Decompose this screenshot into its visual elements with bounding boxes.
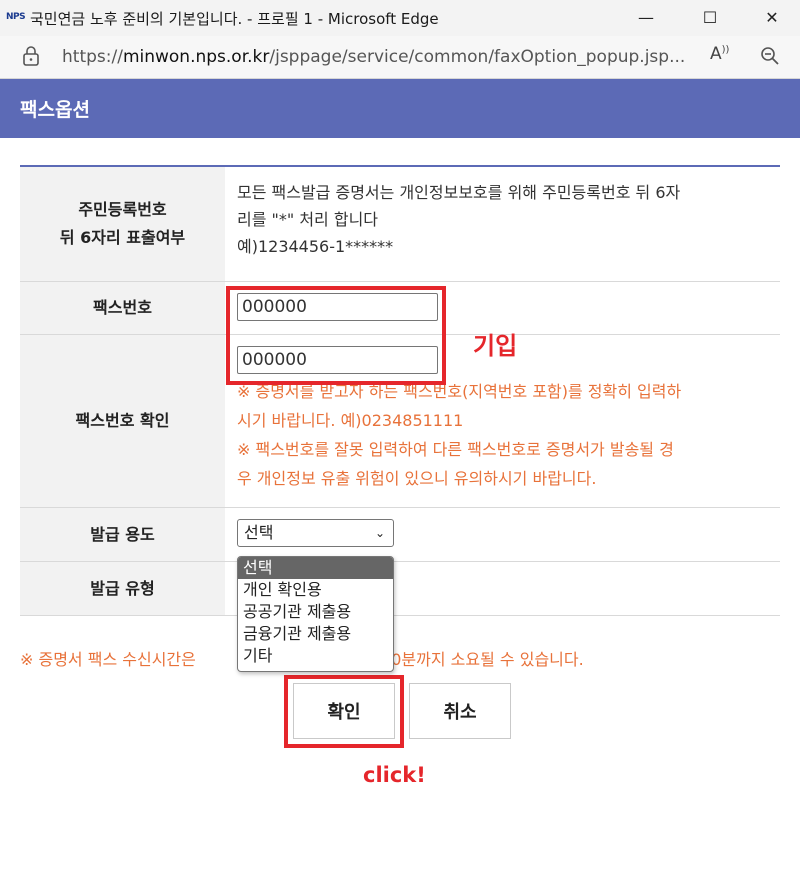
fax-warning-note: ※ 증명서를 받고자 하는 팩스번호(지역번호 포함)를 정확히 입력하 시기 … [237,382,682,488]
ssn-row: 주민등록번호 뒤 6자리 표출여부 모든 팩스발급 증명서는 개인정보보호를 위해… [20,167,780,282]
url-prefix: https:// [62,47,123,67]
close-window-button[interactable]: ✕ [750,4,794,32]
address-bar[interactable]: https://minwon.nps.or.kr/jsppage/service… [0,36,800,79]
window-title: 국민연금 노후 준비의 기본입니다. - 프로필 1 - Microsoft E… [30,10,439,28]
click-annotation: click! [363,763,426,787]
nps-favicon-icon: NPS [6,12,26,22]
purpose-select[interactable]: 선택 ⌄ [237,519,394,547]
option-financial[interactable]: 금융기관 제출용 [238,623,393,645]
ssn-cell: 모든 팩스발급 증명서는 개인정보보호를 위해 주민등록번호 뒤 6자 리를 "… [225,167,780,281]
url-path: /jsppage/service/common/faxOption_popup.… [269,47,686,67]
option-other[interactable]: 기타 [238,645,393,667]
popup-header: 팩스옵션 [0,79,800,138]
purpose-dropdown-list[interactable]: 선택 개인 확인용 공공기관 제출용 금융기관 제출용 기타 [237,556,394,672]
type-label: 발급 유형 [20,562,225,615]
read-aloud-icon[interactable]: A)) [710,44,729,64]
page-title: 팩스옵션 [20,99,90,121]
url-text[interactable]: https://minwon.nps.or.kr/jsppage/service… [62,47,685,67]
ssn-label: 주민등록번호 뒤 6자리 표출여부 [20,167,225,281]
ssn-description: 모든 팩스발급 증명서는 개인정보보호를 위해 주민등록번호 뒤 6자 리를 "… [237,183,681,256]
lock-icon[interactable] [22,46,40,70]
chevron-down-icon: ⌄ [374,526,385,540]
option-personal[interactable]: 개인 확인용 [238,579,393,601]
zoom-out-icon[interactable] [760,46,780,70]
option-public[interactable]: 공공기관 제출용 [238,601,393,623]
cancel-button[interactable]: 취소 [409,683,511,739]
fax-confirm-label: 팩스번호 확인 [20,335,225,507]
fax-number-label: 팩스번호 [20,282,225,334]
window-titlebar: NPS 국민연금 노후 준비의 기본입니다. - 프로필 1 - Microso… [0,0,800,36]
url-domain: minwon.nps.or.kr [122,47,270,67]
confirm-highlight [284,675,404,748]
purpose-row: 발급 용도 선택 ⌄ [20,508,780,562]
enter-annotation: 기입 [473,332,518,360]
type-row: 발급 유형 [20,562,780,616]
fax-option-table: 주민등록번호 뒤 6자리 표출여부 모든 팩스발급 증명서는 개인정보보호를 위해… [20,165,780,616]
fax-inputs-highlight [226,286,446,385]
maximize-button[interactable]: ☐ [688,4,732,32]
option-select[interactable]: 선택 [238,557,393,579]
purpose-label: 발급 용도 [20,508,225,561]
minimize-button[interactable]: — [624,4,668,32]
